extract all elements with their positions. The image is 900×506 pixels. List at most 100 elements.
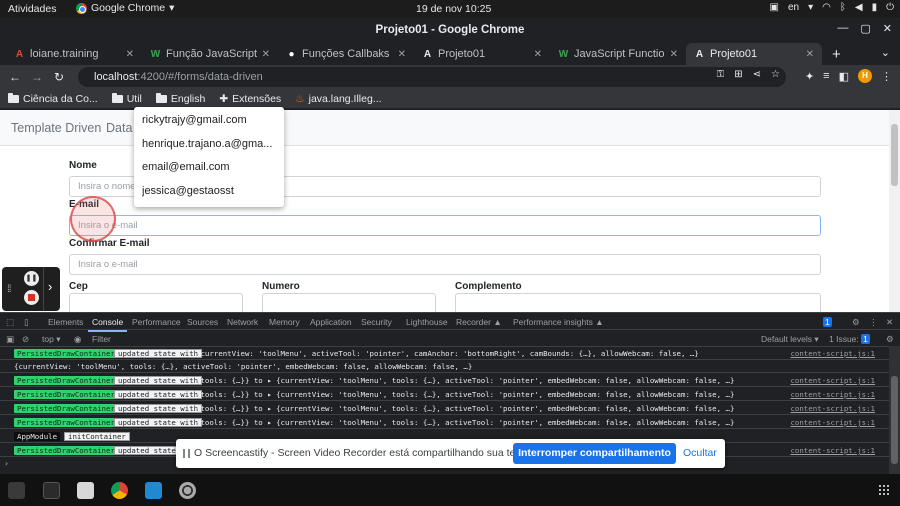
autocomplete-item[interactable]: henrique.trajano.a@gma... <box>142 138 276 150</box>
tab-application[interactable]: Application <box>310 317 352 327</box>
autocomplete-item[interactable]: jessica@gestaosst <box>142 185 276 197</box>
scrollbar-thumb[interactable] <box>891 376 898 464</box>
terminal-icon[interactable] <box>8 482 25 499</box>
share-icon[interactable]: ⋖ <box>753 69 761 80</box>
app-grid-icon[interactable] <box>878 484 890 496</box>
pause-recording-button[interactable]: ❚❚ <box>24 271 39 286</box>
log-source[interactable]: content-script.js:1 <box>790 418 875 427</box>
console-row[interactable]: {currentView: 'toolMenu', tools: {…}, ac… <box>0 360 889 373</box>
scrollbar-thumb[interactable] <box>891 124 898 186</box>
console-row[interactable]: PersistedDrawContainer updated state wit… <box>0 374 889 387</box>
log-source[interactable]: content-script.js:1 <box>790 390 875 399</box>
tab-security[interactable]: Security <box>361 317 392 327</box>
more-icon[interactable]: ⋮ <box>869 317 878 328</box>
files-icon[interactable] <box>77 482 94 499</box>
tab-elements[interactable]: Elements <box>48 317 83 327</box>
side-panel-icon[interactable]: ◧ <box>839 70 849 83</box>
reload-icon[interactable]: ↻ <box>48 70 70 84</box>
bookmark-java[interactable]: ♨ java.lang.Illeg... <box>295 93 381 105</box>
language-indicator[interactable]: en <box>788 2 799 13</box>
tab-close-icon[interactable]: ✕ <box>262 49 270 60</box>
hide-banner-button[interactable]: Ocultar <box>683 447 717 459</box>
console-prompt-icon[interactable]: › <box>4 459 9 468</box>
tab-funcoes-callbacks[interactable]: ● Funções Callbaks (re ✕ <box>278 43 414 65</box>
issues-badge[interactable]: 1 <box>823 317 832 327</box>
eye-icon[interactable]: ◉ <box>74 334 81 345</box>
page-scrollbar[interactable] <box>889 110 900 312</box>
nav-template-driven[interactable]: Template Driven <box>11 121 101 135</box>
sidebar-toggle-icon[interactable]: ▣ <box>6 334 14 345</box>
console-row[interactable]: PersistedDrawContainer updated state wit… <box>0 416 889 429</box>
forward-icon[interactable]: → <box>26 70 48 84</box>
tab-javascript-function[interactable]: W JavaScript Function ✕ <box>550 43 686 65</box>
tab-memory[interactable]: Memory <box>269 317 300 327</box>
console-settings-icon[interactable]: ⚙ <box>886 334 894 345</box>
tab-search-icon[interactable]: ⌄ <box>881 46 890 59</box>
tab-close-icon[interactable]: ✕ <box>806 49 814 60</box>
vscode-icon[interactable] <box>145 482 162 499</box>
minimize-icon[interactable]: — <box>837 22 848 35</box>
system-tray[interactable]: ▣ en ▾ ◠ ᛒ ◀ ▮ ⏻ <box>770 2 894 13</box>
chrome-taskbar-icon[interactable] <box>111 482 128 499</box>
stop-recording-button[interactable] <box>24 290 39 305</box>
log-source[interactable]: content-script.js:1 <box>790 446 875 455</box>
inspect-icon[interactable]: ⬚ <box>6 317 14 328</box>
key-icon[interactable]: ⚿ <box>717 69 725 80</box>
log-levels-select[interactable]: Default levels ▾ <box>761 334 819 345</box>
log-source[interactable]: content-script.js:1 <box>790 349 875 358</box>
console-row[interactable]: PersistedDrawContainer updated state wit… <box>0 402 889 415</box>
reading-list-icon[interactable]: ≡ <box>823 70 829 82</box>
cep-input[interactable] <box>69 293 243 312</box>
tab-close-icon[interactable]: ✕ <box>398 49 406 60</box>
address-bar[interactable]: localhost:4200/#/forms/data-driven <box>78 67 786 87</box>
activities-button[interactable]: Atividades <box>8 3 56 15</box>
issues-count[interactable]: 1 Issue: 1 <box>829 334 870 344</box>
console-row[interactable]: PersistedDrawContainer updated state wit… <box>0 388 889 401</box>
nav-data-driven[interactable]: Data <box>106 121 132 135</box>
tab-funcao-javascript[interactable]: W Função JavaScript m ✕ <box>142 43 278 65</box>
stop-sharing-button[interactable]: Interromper compartilhamento <box>513 443 676 464</box>
tab-projeto01[interactable]: A Projeto01 ✕ <box>414 43 550 65</box>
close-icon[interactable]: ✕ <box>883 22 892 35</box>
tab-sources[interactable]: Sources <box>187 317 218 327</box>
bookmark-util[interactable]: Util <box>111 92 142 105</box>
tab-loiane[interactable]: A loiane.training ✕ <box>6 43 142 65</box>
obs-icon[interactable] <box>179 482 196 499</box>
new-tab-button[interactable]: + <box>822 46 851 65</box>
log-source[interactable]: content-script.js:1 <box>790 404 875 413</box>
filter-input[interactable]: Filter <box>92 334 232 345</box>
email-input[interactable]: Insira o e-mail <box>69 215 821 236</box>
tab-console[interactable]: Console <box>87 317 128 332</box>
autocomplete-item[interactable]: rickytrajy@gmail.com <box>142 114 276 126</box>
numero-input[interactable] <box>262 293 436 312</box>
settings-gear-icon[interactable]: ⚙ <box>852 317 860 328</box>
console-row[interactable]: PersistedDrawContainer updated state wit… <box>0 347 889 360</box>
context-select[interactable]: top ▾ <box>42 334 60 345</box>
extensions-icon[interactable]: ✦ <box>805 70 814 83</box>
tab-close-icon[interactable]: ✕ <box>126 49 134 60</box>
bookmark-star-icon[interactable]: ☆ <box>771 69 780 80</box>
drag-handle-icon[interactable]: ⁞⁞ <box>7 284 11 295</box>
device-toggle-icon[interactable]: ▯ <box>24 317 29 328</box>
tab-performance[interactable]: Performance <box>132 317 181 327</box>
close-devtools-icon[interactable]: ✕ <box>886 317 893 328</box>
tab-recorder[interactable]: Recorder ▲ <box>456 317 502 327</box>
expand-arrow-icon[interactable]: › <box>48 279 52 294</box>
tab-close-icon[interactable]: ✕ <box>670 49 678 60</box>
complemento-input[interactable] <box>455 293 821 312</box>
translate-icon[interactable]: ⊞ <box>734 69 742 80</box>
clock[interactable]: 19 de nov 10:25 <box>416 3 491 15</box>
tab-network[interactable]: Network <box>227 317 258 327</box>
autocomplete-item[interactable]: email@email.com <box>142 161 276 173</box>
log-source[interactable]: content-script.js:1 <box>790 376 875 385</box>
console-scrollbar[interactable] <box>889 346 900 474</box>
bookmark-extensoes[interactable]: ✚ Extensões <box>219 93 281 105</box>
back-icon[interactable]: ← <box>4 70 26 84</box>
avatar[interactable]: H <box>858 69 872 83</box>
tab-performance-insights[interactable]: Performance insights ▲ <box>513 317 604 327</box>
menu-icon[interactable]: ⋮ <box>881 70 892 83</box>
maximize-icon[interactable]: ▢ <box>860 22 870 35</box>
tab-close-icon[interactable]: ✕ <box>534 49 542 60</box>
system-monitor-icon[interactable] <box>43 482 60 499</box>
clear-console-icon[interactable]: ⊘ <box>22 334 29 345</box>
